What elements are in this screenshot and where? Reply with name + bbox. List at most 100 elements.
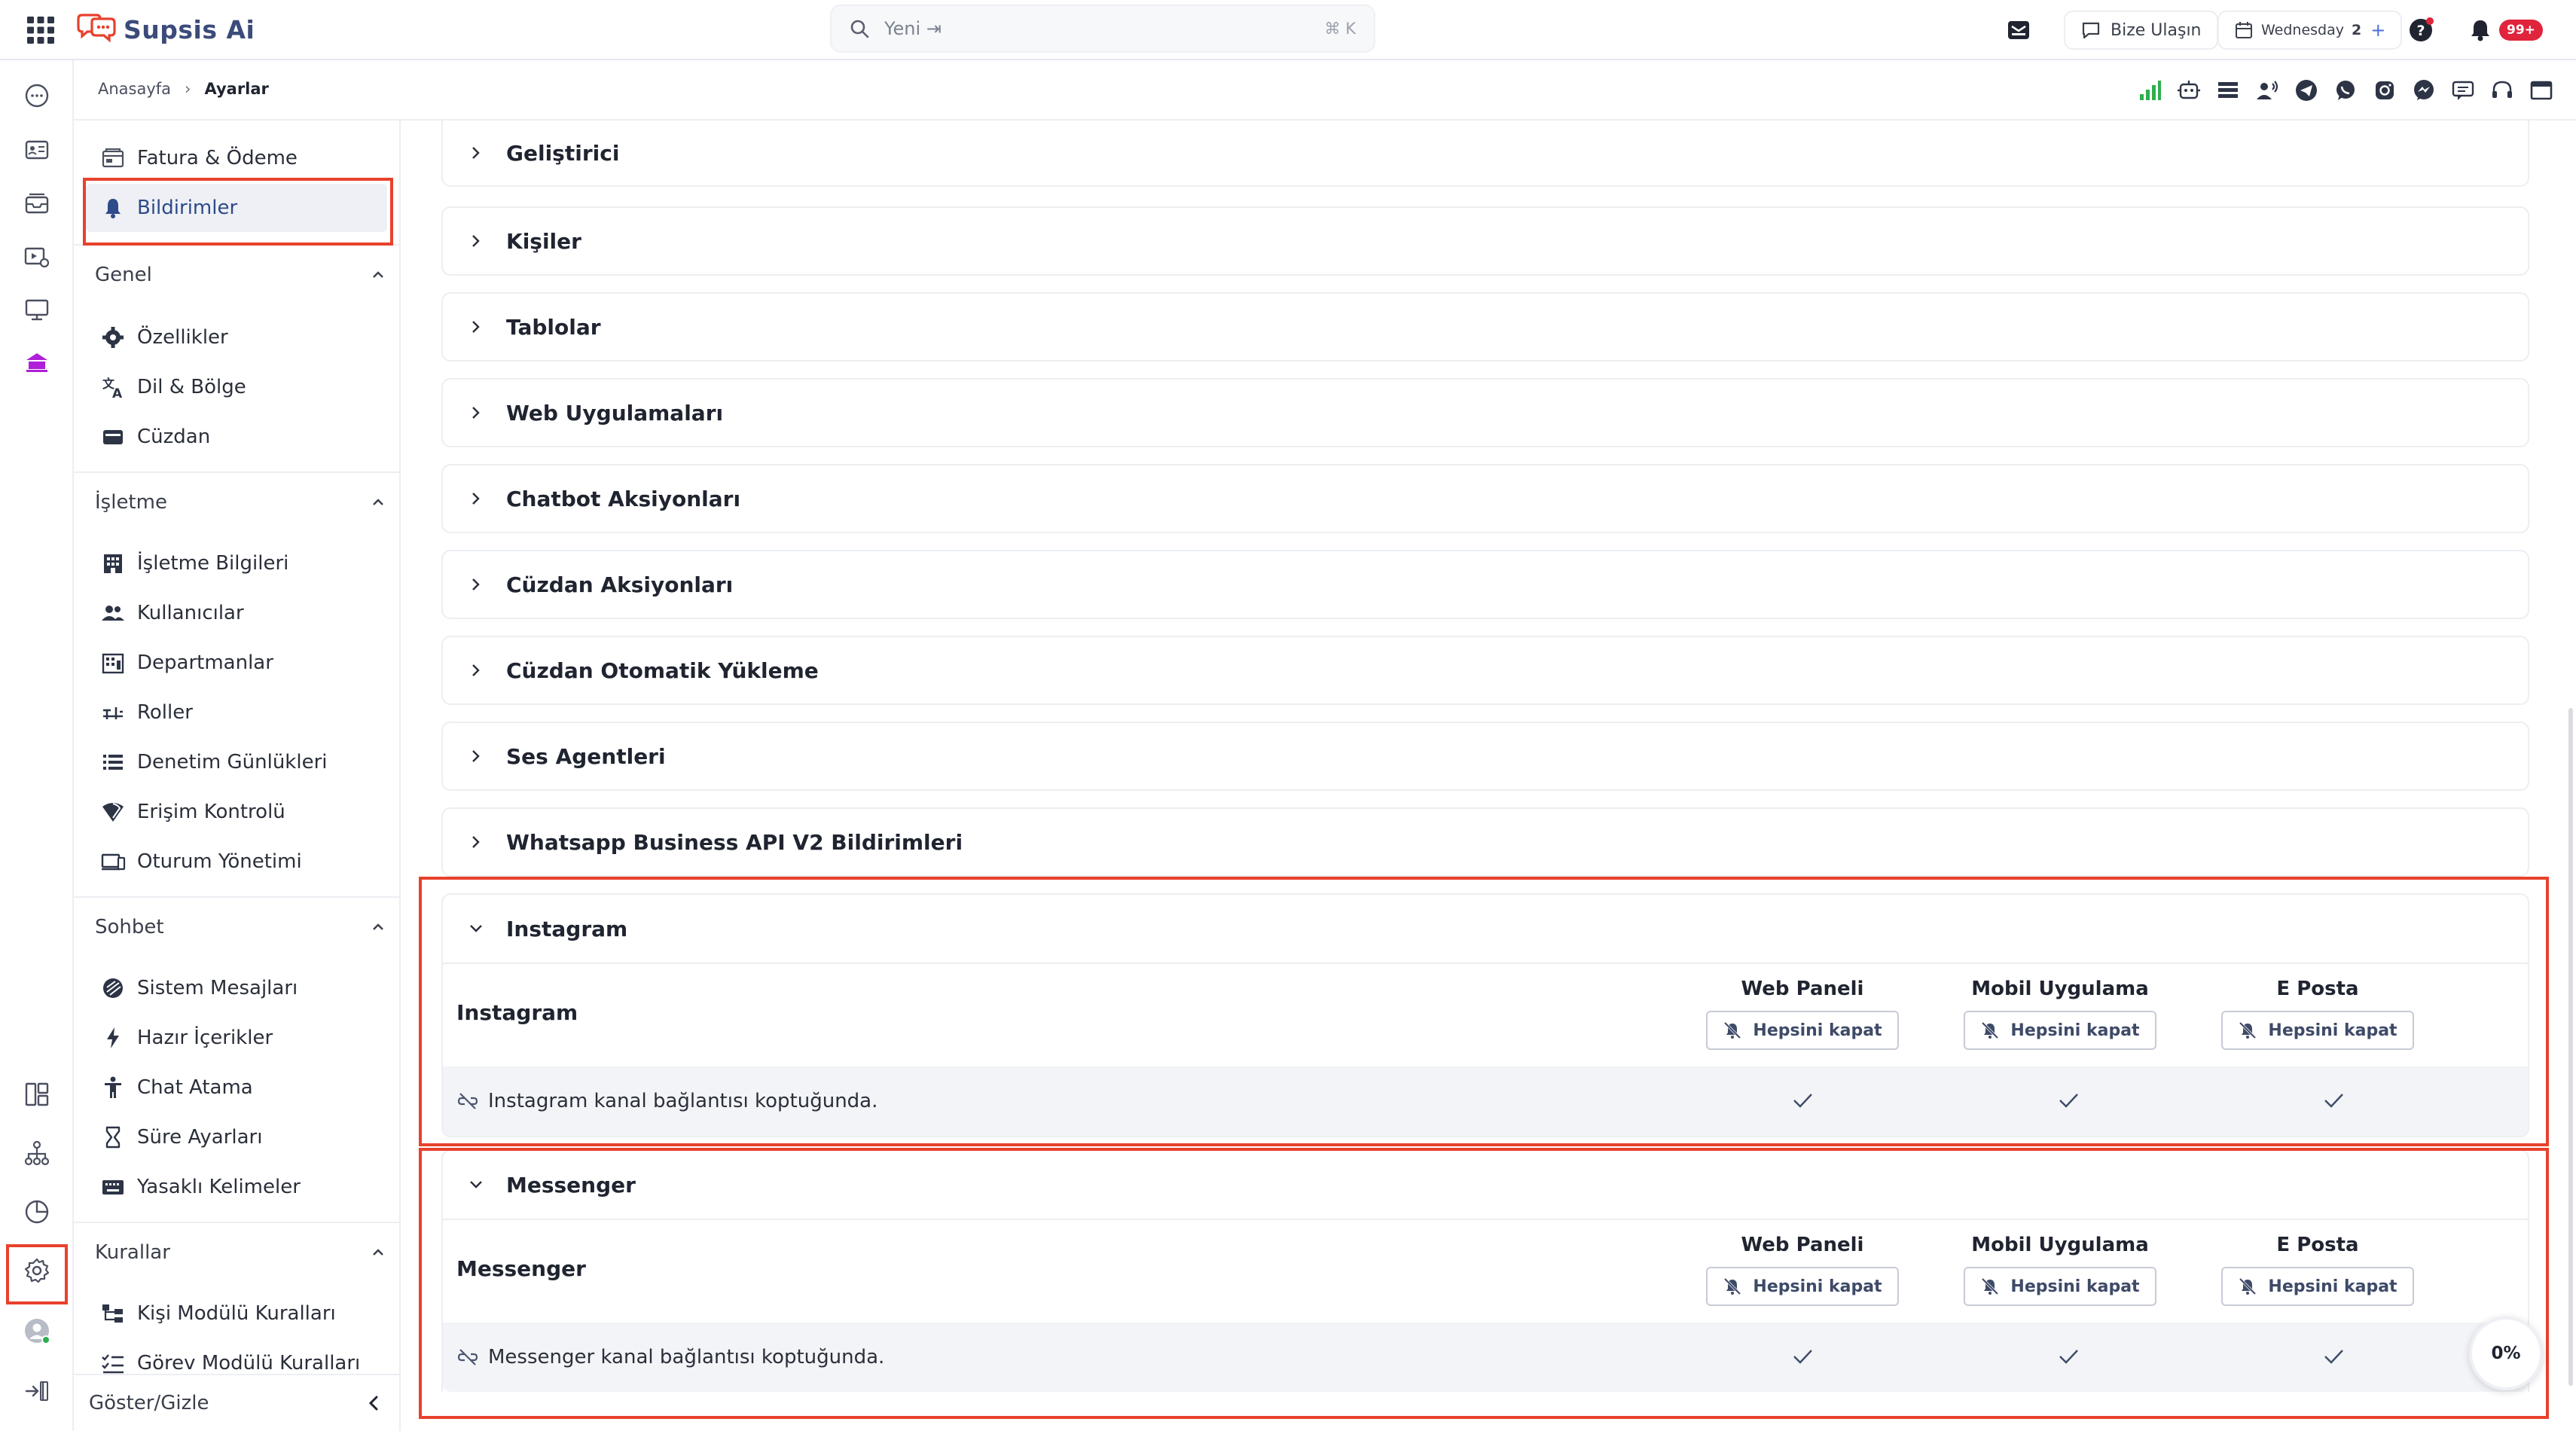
accordion-web-apps[interactable]: Web Uygulamaları [441,378,2529,447]
accordion-wallet-auto-topup[interactable]: Cüzdan Otomatik Yükleme [441,636,2529,705]
section-header-rules[interactable]: Kurallar [95,1226,386,1279]
sidebar-item-roles[interactable]: Roller [86,688,387,737]
sidebar-item-session-management[interactable]: Oturum Yönetimi [86,838,387,886]
rail-reports-button[interactable] [17,1191,57,1232]
checkmark-mobile-toggle[interactable] [2055,1343,2082,1370]
list-view-button[interactable] [2208,74,2248,107]
media-settings-icon [24,247,50,268]
rail-chat-button[interactable] [17,75,57,116]
sidebar-item-language[interactable]: 文A Dil & Bölge [86,363,387,411]
rail-collapse-button[interactable] [17,1371,57,1411]
section-header-chat[interactable]: Sohbet [95,901,386,953]
window-button[interactable] [2522,74,2561,107]
rail-org-chart-button[interactable] [17,1133,57,1173]
sidebar-item-notifications[interactable]: Bildirimler [86,184,387,232]
sidebar-item-users[interactable]: Kullanıcılar [86,589,387,637]
accordion-instagram[interactable]: Instagram [443,895,2528,964]
sidebar-item-billing[interactable]: Fatura & Ödeme [86,134,387,182]
chevron-down-icon [470,1181,482,1188]
rail-contacts-button[interactable] [17,130,57,170]
sidebar-item-wallet[interactable]: Cüzdan [86,413,387,461]
sidebar-toggle[interactable]: Göster/Gizle [74,1374,399,1431]
rail-dashboard-button[interactable] [17,1074,57,1115]
sidebar-item-departments[interactable]: Departmanlar [86,639,387,687]
checkmark-email-toggle[interactable] [2320,1087,2347,1114]
voice-agent-button[interactable] [2248,74,2287,107]
sidebar-item-time-settings[interactable]: Süre Ayarları [86,1113,387,1161]
notifications-button[interactable]: 99+ [2468,11,2543,50]
checkmark-email-toggle[interactable] [2320,1343,2347,1370]
headset-button[interactable] [2483,74,2522,107]
breadcrumb-home[interactable]: Anasayfa [98,80,171,98]
sidebar-item-contact-rules[interactable]: Kişi Modülü Kuralları [86,1289,387,1338]
contact-button[interactable]: Bize Ulaşın [2064,11,2218,50]
checkmark-web-toggle[interactable] [1789,1343,1816,1370]
signal-button[interactable] [2130,74,2169,107]
signal-bars-icon [2140,81,2161,100]
sidebar-item-features[interactable]: Özellikler [86,313,387,362]
sms-button[interactable] [2443,74,2483,107]
bell-off-icon [2239,1277,2257,1295]
inbox-button[interactable] [2005,11,2032,50]
progress-widget[interactable]: 0% [2469,1317,2543,1390]
building-icon [99,550,127,577]
checkmark-web-toggle[interactable] [1789,1087,1816,1114]
list-icon [99,749,127,776]
search-placeholder: Yeni ⇥ [884,18,942,39]
add-icon[interactable]: + [2370,20,2385,41]
mute-all-mobile-button[interactable]: Hepsini kapat [1964,1267,2156,1306]
mute-all-web-button[interactable]: Hepsini kapat [1706,1011,1899,1050]
mute-all-web-button[interactable]: Hepsini kapat [1706,1267,1899,1306]
whatsapp-button[interactable] [2326,74,2365,107]
section-header-general[interactable]: Genel [95,249,386,301]
accordion-voice-agents[interactable]: Ses Agentleri [441,722,2529,791]
accordion-whatsapp-v2[interactable]: Whatsapp Business API V2 Bildirimleri [441,807,2529,877]
sidebar-item-access-control[interactable]: Erişim Kontrolü [86,788,387,836]
instagram-button[interactable] [2365,74,2404,107]
sidebar-item-business-info[interactable]: İşletme Bilgileri [86,539,387,587]
mute-all-email-button[interactable]: Hepsini kapat [2221,1011,2414,1050]
rail-settings-button[interactable] [17,1250,57,1291]
app-logo[interactable]: Supsis Ai [75,11,255,48]
scrollbar[interactable] [2568,708,2573,1386]
user-avatar[interactable] [17,1310,57,1351]
section-header-business[interactable]: İşletme [95,476,386,529]
rail-media-settings-button[interactable] [17,236,57,277]
bot-button[interactable] [2169,74,2208,107]
mute-all-mobile-button[interactable]: Hepsini kapat [1964,1011,2156,1050]
accordion-title: Whatsapp Business API V2 Bildirimleri [506,829,963,855]
date-chip[interactable]: Wednesday 2 + [2217,11,2403,50]
checkmark-mobile-toggle[interactable] [2055,1087,2082,1114]
logo-bubbles-icon [77,14,116,43]
headset-icon [2492,81,2512,98]
help-button[interactable]: ? [2407,11,2434,50]
messenger-button[interactable] [2404,74,2443,107]
mute-all-email-button[interactable]: Hepsini kapat [2221,1267,2414,1306]
telegram-button[interactable] [2287,74,2326,107]
sidebar-item-label: Yasaklı Kelimeler [137,1176,301,1198]
rail-home-button[interactable] [17,342,57,383]
accordion-contacts[interactable]: Kişiler [441,206,2529,276]
app-grid-icon[interactable] [26,15,56,45]
sidebar-item-audit-logs[interactable]: Denetim Günlükleri [86,738,387,786]
accordion-developer[interactable]: Geliştirici [441,121,2529,187]
rail-monitor-button[interactable] [17,289,57,330]
sidebar-item-chat-assignment[interactable]: Chat Atama [86,1063,387,1112]
rail-inbox-button[interactable] [17,184,57,224]
message-box-icon [2452,81,2474,100]
search-bar[interactable]: Yeni ⇥ ⌘ K [830,5,1375,53]
accordion-title: Kişiler [506,228,581,254]
search-icon [850,20,869,38]
bell-icon [2471,20,2489,41]
accordion-wallet-actions[interactable]: Cüzdan Aksiyonları [441,550,2529,619]
accordion-tables[interactable]: Tablolar [441,292,2529,362]
avatar-icon [25,1319,50,1344]
channel-header-row: Messenger Web Paneli Mobil Uygulama E Po… [443,1220,2528,1323]
sidebar-item-banned-words[interactable]: Yasaklı Kelimeler [86,1163,387,1211]
accordion-messenger[interactable]: Messenger [443,1151,2528,1220]
speaking-person-icon [2257,81,2278,99]
sidebar-item-system-messages[interactable]: Sistem Mesajları [86,964,387,1012]
notification-badge: 99+ [2499,20,2543,41]
sidebar-item-canned-content[interactable]: Hazır İçerikler [86,1014,387,1062]
accordion-chatbot-actions[interactable]: Chatbot Aksiyonları [441,464,2529,533]
